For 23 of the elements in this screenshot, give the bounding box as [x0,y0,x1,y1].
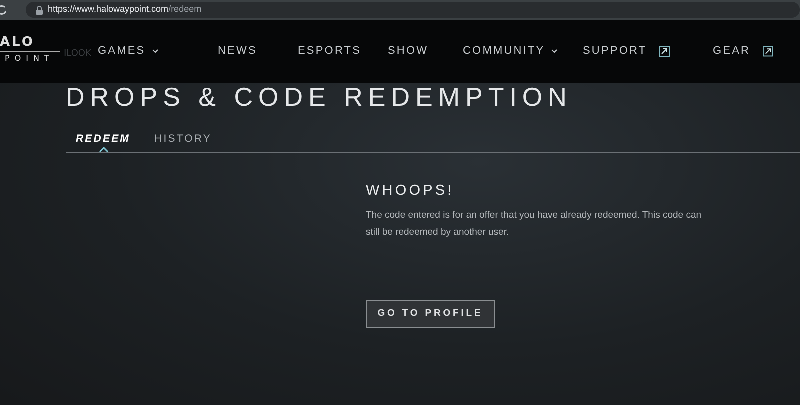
go-to-profile-button[interactable]: GO TO PROFILE [366,300,495,328]
external-link-icon [762,46,773,57]
nav-link[interactable]: SUPPORT [583,43,713,60]
nav-link[interactable]: ESPORTS [298,43,388,60]
nav-link[interactable]: GEAR [713,43,773,60]
site-logo[interactable]: ALO POINT [0,32,62,72]
hidden-text: ILOOK [64,48,92,61]
reload-icon[interactable] [0,4,6,16]
error-message: The code entered is for an offer that you have already redeemed. This code can still be redeemed by another user. [366,209,703,240]
nav-link[interactable]: COMMUNITY [463,43,583,60]
caret-up-icon [98,147,108,153]
nav-link[interactable]: SHOW [388,43,463,60]
error-heading: WHOOPS! [366,183,456,200]
nav-link[interactable]: GAMES [98,43,218,60]
page-title: DROPS & CODE REDEMPTION [65,84,574,110]
lock-icon [36,6,43,14]
chevron-down-icon [551,49,558,54]
address-bar[interactable]: https://www.halowaypoint.com/redeem [48,3,202,17]
external-link-icon [659,46,670,57]
tab[interactable]: REDEEM [76,128,131,152]
chevron-down-icon [152,49,159,54]
nav-link[interactable]: NEWS [218,43,298,60]
tab[interactable]: HISTORY [154,128,212,152]
